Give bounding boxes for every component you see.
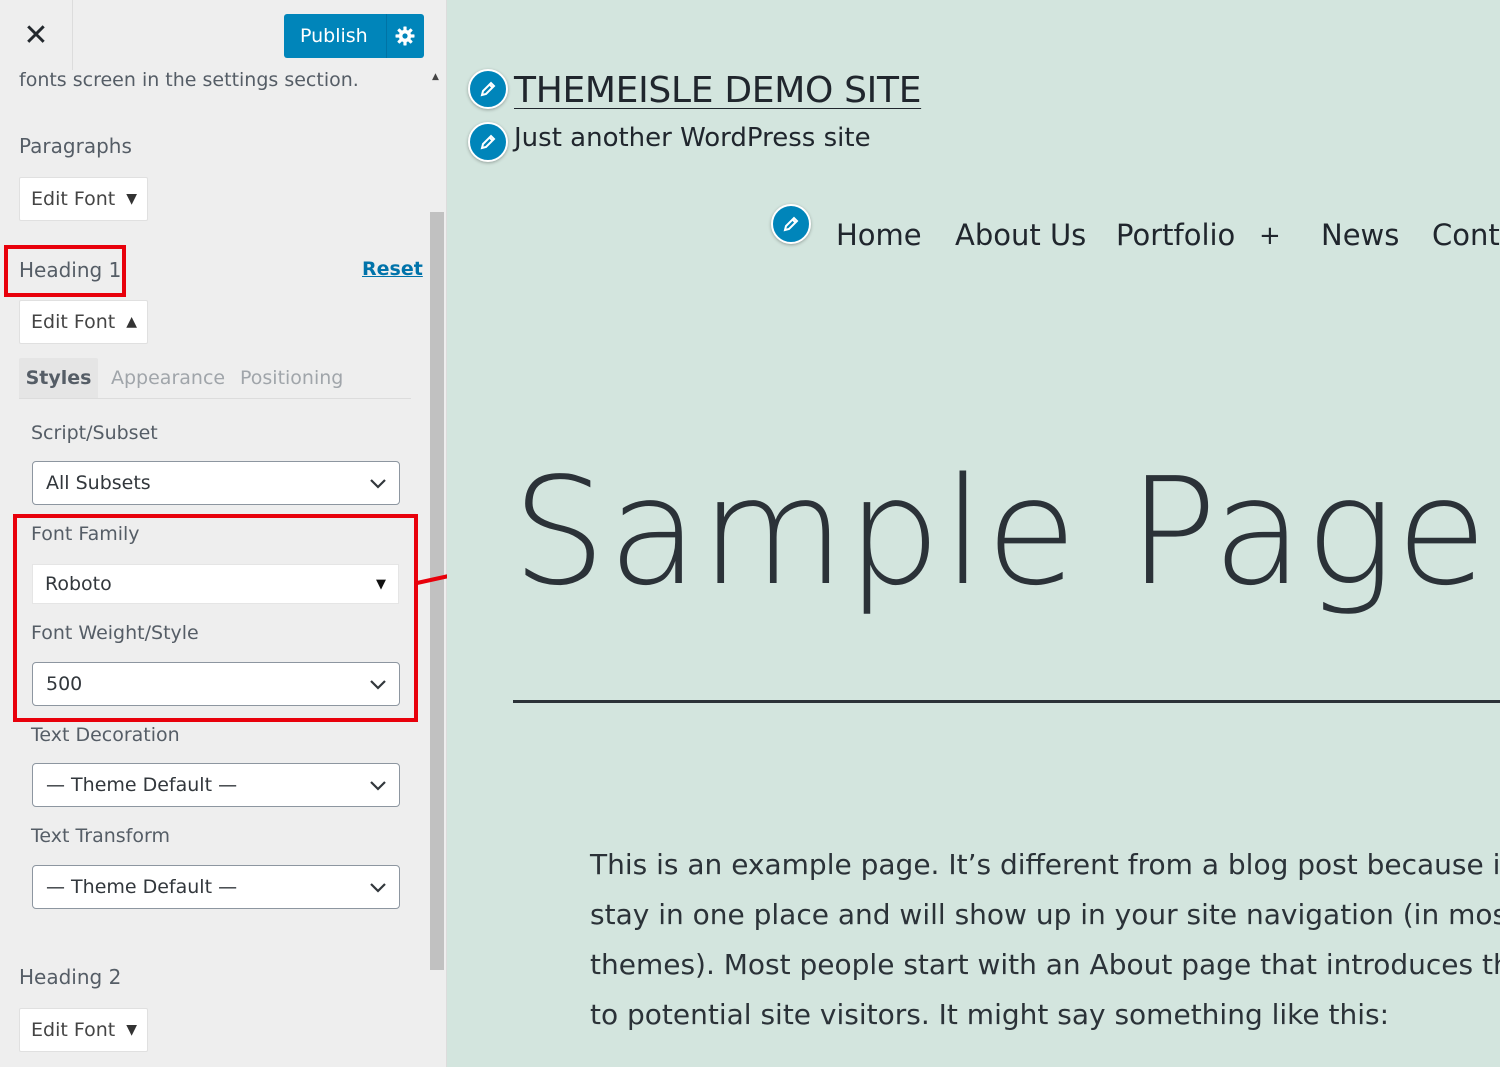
site-tagline: Just another WordPress site	[514, 123, 871, 153]
publish-button[interactable]: Publish	[284, 25, 386, 47]
text-decoration-label: Text Decoration	[31, 724, 180, 746]
submenu-toggle-icon[interactable]: +	[1259, 221, 1281, 251]
chevron-down-icon	[370, 680, 386, 690]
nav-item-portfolio[interactable]: Portfolio	[1116, 218, 1235, 252]
content-line: stay in one place and will show up in yo…	[590, 898, 1500, 931]
site-title-link[interactable]: THEMEISLE DEMO SITE	[514, 70, 921, 111]
font-family-value: Roboto	[45, 573, 112, 595]
publish-button-group: Publish	[284, 14, 424, 58]
caret-down-icon: ▼	[126, 1022, 137, 1038]
customizer-header: ✕ Publish	[0, 0, 446, 70]
edit-font-label: Edit Font	[31, 311, 116, 333]
chevron-down-icon	[370, 479, 386, 489]
text-decoration-select[interactable]: — Theme Default —	[32, 763, 400, 807]
nav-item-home[interactable]: Home	[836, 218, 922, 252]
close-icon: ✕	[23, 17, 49, 53]
content-line: This is an example page. It’s different …	[590, 848, 1500, 881]
font-weight-value: 500	[46, 673, 83, 695]
title-divider	[513, 700, 1500, 703]
font-family-label: Font Family	[31, 523, 140, 545]
edit-site-title-button[interactable]	[468, 69, 508, 109]
text-transform-value: — Theme Default —	[46, 876, 238, 898]
heading1-edit-font-button[interactable]: Edit Font ▲	[19, 300, 148, 344]
font-settings-tabs: Styles Appearance Positioning	[19, 358, 411, 399]
font-family-select[interactable]: Roboto ▼	[32, 564, 399, 604]
script-subset-select[interactable]: All Subsets	[32, 461, 400, 505]
publish-settings-button[interactable]	[385, 14, 424, 58]
paragraphs-edit-font-button[interactable]: Edit Font ▼	[19, 177, 148, 221]
chevron-down-icon	[370, 781, 386, 791]
text-transform-select[interactable]: — Theme Default —	[32, 865, 400, 909]
nav-item-news[interactable]: News	[1321, 218, 1399, 252]
heading1-reset-link[interactable]: Reset	[362, 258, 423, 280]
scroll-up-icon[interactable]: ▲	[432, 72, 439, 82]
script-subset-label: Script/Subset	[31, 422, 158, 444]
pencil-icon	[783, 216, 799, 232]
edit-font-label: Edit Font	[31, 188, 116, 210]
close-button[interactable]: ✕	[0, 0, 73, 70]
font-weight-label: Font Weight/Style	[31, 622, 199, 644]
heading1-highlight-box	[4, 245, 126, 297]
tab-positioning[interactable]: Positioning	[240, 358, 343, 398]
caret-up-icon: ▲	[126, 314, 137, 330]
page-content: This is an example page. It’s different …	[590, 840, 1500, 1040]
edit-font-label: Edit Font	[31, 1019, 116, 1041]
gear-icon	[395, 26, 415, 46]
edit-tagline-button[interactable]	[468, 122, 508, 162]
intro-text: fonts screen in the settings section.	[19, 69, 359, 91]
edit-menu-button[interactable]	[771, 204, 811, 244]
page-title: Sample Page	[512, 446, 1490, 618]
content-line: themes). Most people start with an About…	[590, 948, 1500, 981]
customizer-sidebar: ✕ Publish ▲ fonts screen in the settings…	[0, 0, 447, 1067]
text-transform-label: Text Transform	[31, 825, 170, 847]
heading2-title: Heading 2	[19, 965, 122, 989]
chevron-down-icon	[370, 883, 386, 893]
tab-styles[interactable]: Styles	[19, 358, 98, 398]
heading2-edit-font-button[interactable]: Edit Font ▼	[19, 1008, 148, 1052]
pencil-icon	[480, 81, 496, 97]
caret-down-icon: ▼	[376, 576, 386, 592]
pencil-icon	[480, 134, 496, 150]
font-weight-select[interactable]: 500	[32, 662, 400, 706]
nav-item-contact[interactable]: Conta	[1432, 218, 1500, 252]
tab-appearance[interactable]: Appearance	[111, 358, 225, 398]
content-line: to potential site visitors. It might say…	[590, 998, 1390, 1031]
script-subset-value: All Subsets	[46, 472, 151, 494]
text-decoration-value: — Theme Default —	[46, 774, 238, 796]
nav-item-about-us[interactable]: About Us	[955, 218, 1086, 252]
paragraphs-title: Paragraphs	[19, 134, 132, 158]
caret-down-icon: ▼	[126, 191, 137, 207]
site-preview: THEMEISLE DEMO SITE Just another WordPre…	[447, 0, 1500, 1067]
